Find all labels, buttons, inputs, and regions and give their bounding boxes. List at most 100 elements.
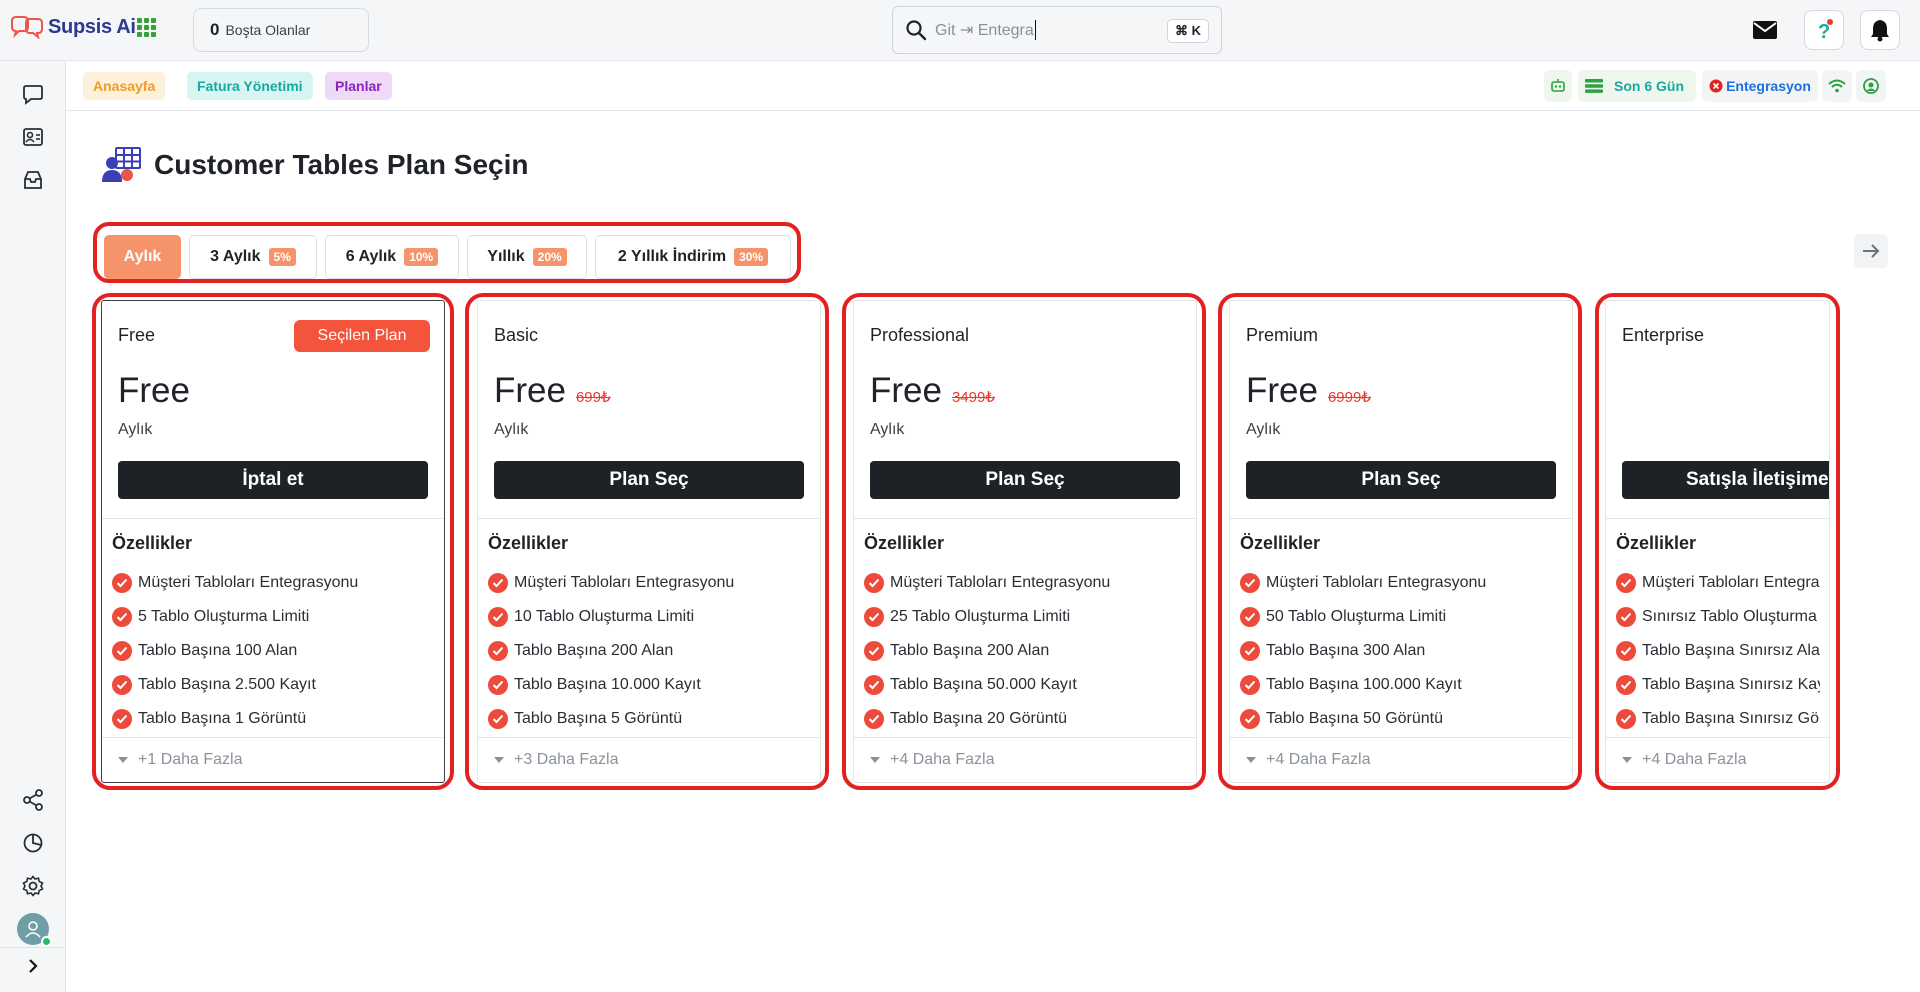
check-icon bbox=[488, 573, 508, 593]
plan-name: Premium bbox=[1246, 325, 1319, 345]
period-tab-3-months[interactable]: 3 Aylık 5% bbox=[189, 235, 317, 279]
billing-period-selector: Aylık 3 Aylık 5% 6 Aylık 10% Yıllık 20% … bbox=[93, 222, 801, 283]
plan-name: Basic bbox=[494, 325, 539, 345]
idle-count: 0 bbox=[210, 20, 220, 39]
integration-status[interactable]: Entegrasyon bbox=[1702, 70, 1818, 102]
check-icon bbox=[864, 641, 884, 661]
user-avatar[interactable] bbox=[17, 913, 52, 947]
feature-list: Müşteri Tabloları Entegrasyonu Sınırsız … bbox=[1616, 566, 1820, 736]
customer-tables-icon bbox=[102, 147, 141, 182]
chat-icon[interactable] bbox=[20, 81, 46, 107]
bot-icon[interactable] bbox=[1544, 70, 1572, 102]
feature-item: Tablo Başına 10.000 Kayıt bbox=[488, 668, 818, 702]
feature-item: Tablo Başına 200 Alan bbox=[488, 634, 818, 668]
idle-agents-indicator[interactable]: 0 Boşta Olanlar bbox=[193, 8, 369, 52]
select-plan-button[interactable]: Plan Seç bbox=[870, 461, 1180, 499]
select-plan-button[interactable]: Plan Seç bbox=[494, 461, 804, 499]
feature-item: 25 Tablo Oluşturma Limiti bbox=[864, 600, 1194, 634]
logo[interactable]: Supsis Ai bbox=[10, 15, 136, 39]
plan-card-premium: Premium Free 6999₺ Aylık Plan Seç Özellik… bbox=[1229, 300, 1573, 783]
online-status-dot bbox=[41, 936, 52, 947]
share-icon[interactable] bbox=[20, 787, 46, 813]
feature-item: 50 Tablo Oluşturma Limiti bbox=[1240, 600, 1570, 634]
breadcrumb-plans[interactable]: Planlar bbox=[325, 72, 392, 100]
arrow-right-icon bbox=[1863, 244, 1880, 258]
cancel-plan-button[interactable]: İptal et bbox=[118, 461, 428, 499]
inbox-icon[interactable] bbox=[20, 167, 46, 193]
check-icon bbox=[112, 641, 132, 661]
show-more-features[interactable]: +4 Daha Fazla bbox=[1622, 751, 1747, 769]
check-icon bbox=[112, 573, 132, 593]
plan-name: Professional bbox=[870, 325, 970, 345]
period-tab-2-years[interactable]: 2 Yıllık İndirim 30% bbox=[595, 235, 791, 279]
contact-sales-button[interactable]: Satışla İletişime bbox=[1622, 461, 1829, 499]
discount-badge: 5% bbox=[268, 248, 296, 266]
features-title: Özellikler bbox=[1240, 533, 1321, 553]
search-input[interactable]: Git ⇥ Entegra bbox=[935, 20, 1036, 41]
agent-status-icon[interactable] bbox=[1856, 70, 1886, 102]
plan-period: Aylık bbox=[494, 421, 529, 438]
mail-icon[interactable] bbox=[1745, 10, 1785, 50]
scroll-right-button[interactable] bbox=[1854, 234, 1888, 268]
check-icon bbox=[112, 607, 132, 627]
caret-down-icon bbox=[118, 757, 128, 763]
help-icon[interactable]: ? bbox=[1804, 10, 1844, 50]
old-price: 3499₺ bbox=[951, 389, 995, 406]
plan-price: Free bbox=[118, 371, 190, 410]
check-icon bbox=[488, 709, 508, 729]
check-icon bbox=[1616, 607, 1636, 627]
date-range-filter[interactable]: Son 6 Gün bbox=[1578, 70, 1696, 102]
period-tab-monthly[interactable]: Aylık bbox=[104, 235, 181, 279]
breadcrumb-billing[interactable]: Fatura Yönetimi bbox=[187, 72, 313, 100]
feature-item: Müşteri Tabloları Entegrasyonu bbox=[488, 566, 818, 600]
plan-price: Free 6999₺ bbox=[1246, 371, 1371, 410]
show-more-features[interactable]: +1 Daha Fazla bbox=[118, 751, 243, 769]
check-icon bbox=[1616, 675, 1636, 695]
list-icon bbox=[1585, 79, 1603, 93]
app-name: Supsis Ai bbox=[48, 15, 136, 38]
plan-card-enterprise: Enterprise Satışla İletişime Özellikler … bbox=[1605, 300, 1830, 783]
show-more-features[interactable]: +3 Daha Fazla bbox=[494, 751, 619, 769]
feature-item: Tablo Başına 5 Görüntü bbox=[488, 702, 818, 736]
check-icon bbox=[864, 675, 884, 695]
period-tab-6-months[interactable]: 6 Aylık 10% bbox=[325, 235, 459, 279]
sidebar bbox=[0, 61, 66, 992]
period-tab-yearly[interactable]: Yıllık 20% bbox=[467, 235, 587, 279]
user-icon bbox=[25, 921, 41, 938]
caret-down-icon bbox=[870, 757, 880, 763]
features-title: Özellikler bbox=[112, 533, 193, 553]
select-plan-button[interactable]: Plan Seç bbox=[1246, 461, 1556, 499]
feature-list: Müşteri Tabloları Entegrasyonu 25 Tablo … bbox=[864, 566, 1194, 736]
breadcrumb-home[interactable]: Anasayfa bbox=[83, 72, 166, 100]
feature-item: Tablo Başına 100.000 Kayıt bbox=[1240, 668, 1570, 702]
plan-period: Aylık bbox=[1246, 421, 1281, 438]
breadcrumb-bar: Anasayfa Fatura Yönetimi Planlar Son 6 G… bbox=[67, 61, 1920, 111]
check-icon bbox=[488, 641, 508, 661]
plan-price: Free 699₺ bbox=[494, 371, 611, 410]
apps-grid-icon[interactable] bbox=[137, 18, 156, 37]
feature-item: Tablo Başına 100 Alan bbox=[112, 634, 442, 668]
feature-list: Müşteri Tabloları Entegrasyonu 5 Tablo O… bbox=[112, 566, 442, 736]
feature-item: Tablo Başına 20 Görüntü bbox=[864, 702, 1194, 736]
settings-gear-icon[interactable] bbox=[20, 873, 46, 899]
bell-icon[interactable] bbox=[1860, 10, 1900, 50]
check-icon bbox=[112, 675, 132, 695]
show-more-features[interactable]: +4 Daha Fazla bbox=[870, 751, 995, 769]
feature-item: Tablo Başına Sınırsız Kayıt bbox=[1616, 668, 1820, 702]
show-more-features[interactable]: +4 Daha Fazla bbox=[1246, 751, 1371, 769]
feature-item: Tablo Başına Sınırsız Alan bbox=[1616, 634, 1820, 668]
command-search[interactable]: Git ⇥ Entegra ⌘ K bbox=[892, 6, 1222, 54]
check-icon bbox=[1240, 675, 1260, 695]
caret-down-icon bbox=[1246, 757, 1256, 763]
check-icon bbox=[488, 607, 508, 627]
old-price: 6999₺ bbox=[1327, 389, 1371, 406]
plan-period: Aylık bbox=[870, 421, 905, 438]
reports-pie-icon[interactable] bbox=[20, 830, 46, 856]
sidebar-divider bbox=[0, 947, 66, 948]
check-icon bbox=[1240, 641, 1260, 661]
contacts-icon[interactable] bbox=[20, 124, 46, 150]
check-icon bbox=[1240, 709, 1260, 729]
selected-plan-badge: Seçilen Plan bbox=[294, 320, 430, 352]
expand-sidebar-chevron-icon[interactable] bbox=[20, 953, 46, 979]
integration-label: Entegrasyon bbox=[1726, 78, 1811, 94]
